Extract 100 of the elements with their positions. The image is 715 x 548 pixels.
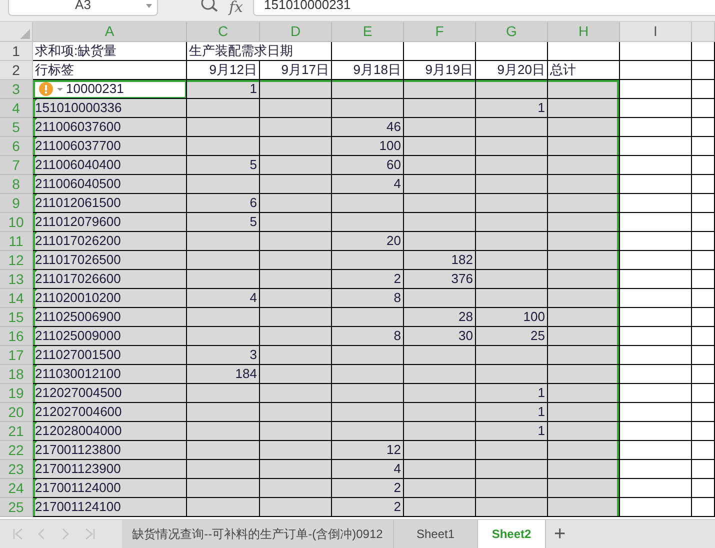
- formula-field[interactable]: 151010000231: [253, 0, 715, 16]
- table-cell[interactable]: [476, 441, 548, 460]
- table-cell[interactable]: [260, 441, 332, 460]
- table-cell[interactable]: [260, 365, 332, 384]
- table-cell[interactable]: [548, 498, 620, 517]
- table-cell[interactable]: [548, 213, 620, 232]
- table-cell[interactable]: 212028004000: [33, 422, 187, 441]
- table-cell[interactable]: [620, 42, 692, 61]
- table-cell[interactable]: 2: [332, 479, 404, 498]
- table-cell[interactable]: [692, 118, 715, 137]
- table-cell[interactable]: [260, 346, 332, 365]
- table-cell[interactable]: 1: [476, 99, 548, 118]
- table-cell[interactable]: 9月12日: [187, 61, 260, 80]
- table-cell[interactable]: [548, 80, 620, 99]
- table-cell[interactable]: 6: [187, 194, 260, 213]
- table-cell[interactable]: [260, 308, 332, 327]
- table-cell[interactable]: [187, 137, 260, 156]
- table-cell[interactable]: 211012079600: [33, 213, 187, 232]
- caret-icon[interactable]: [146, 4, 152, 8]
- table-cell[interactable]: 5: [187, 156, 260, 175]
- table-cell[interactable]: [692, 327, 715, 346]
- table-cell[interactable]: 211025009000: [33, 327, 187, 346]
- table-cell[interactable]: 25: [476, 327, 548, 346]
- table-cell[interactable]: [332, 213, 404, 232]
- table-cell[interactable]: 212027004500: [33, 384, 187, 403]
- table-cell[interactable]: [548, 137, 620, 156]
- table-cell[interactable]: [260, 80, 332, 99]
- table-cell[interactable]: 生产装配需求日期: [187, 42, 332, 61]
- table-cell[interactable]: 376: [404, 270, 476, 289]
- function-label[interactable]: fx: [229, 0, 244, 18]
- table-cell[interactable]: [332, 346, 404, 365]
- name-box[interactable]: A3: [8, 0, 158, 16]
- table-cell[interactable]: [187, 270, 260, 289]
- table-cell[interactable]: [187, 232, 260, 251]
- table-cell[interactable]: [548, 308, 620, 327]
- table-cell[interactable]: [620, 422, 692, 441]
- table-cell[interactable]: [476, 460, 548, 479]
- table-cell[interactable]: [548, 232, 620, 251]
- table-cell[interactable]: [692, 42, 715, 61]
- table-cell[interactable]: [692, 422, 715, 441]
- table-cell[interactable]: 211006037600: [33, 118, 187, 137]
- table-cell[interactable]: [476, 42, 548, 61]
- table-cell[interactable]: [548, 175, 620, 194]
- table-cell[interactable]: [260, 479, 332, 498]
- table-cell[interactable]: [404, 175, 476, 194]
- table-cell[interactable]: 211025006900: [33, 308, 187, 327]
- table-cell[interactable]: 12: [332, 441, 404, 460]
- table-cell[interactable]: [692, 308, 715, 327]
- table-cell[interactable]: [260, 175, 332, 194]
- table-cell[interactable]: [476, 479, 548, 498]
- table-cell[interactable]: [260, 232, 332, 251]
- table-cell[interactable]: [187, 118, 260, 137]
- table-cell[interactable]: [692, 270, 715, 289]
- table-cell[interactable]: [548, 118, 620, 137]
- table-cell[interactable]: [187, 251, 260, 270]
- table-cell[interactable]: [620, 61, 692, 80]
- table-cell[interactable]: 求和项:缺货量: [33, 42, 187, 61]
- table-cell[interactable]: [548, 460, 620, 479]
- table-cell[interactable]: [332, 403, 404, 422]
- table-cell[interactable]: 行标签: [33, 61, 187, 80]
- table-cell[interactable]: 211027001500: [33, 346, 187, 365]
- table-cell[interactable]: [620, 118, 692, 137]
- table-cell[interactable]: [260, 384, 332, 403]
- row-header[interactable]: 2: [0, 61, 33, 80]
- table-cell[interactable]: [260, 270, 332, 289]
- table-cell[interactable]: [692, 251, 715, 270]
- table-cell[interactable]: 1: [187, 80, 260, 99]
- table-cell[interactable]: 9月20日: [476, 61, 548, 80]
- table-cell[interactable]: [548, 251, 620, 270]
- table-cell[interactable]: [332, 42, 404, 61]
- table-cell[interactable]: [260, 99, 332, 118]
- table-cell[interactable]: [476, 289, 548, 308]
- table-cell[interactable]: 28: [404, 308, 476, 327]
- table-cell[interactable]: [404, 232, 476, 251]
- table-cell[interactable]: 总计: [548, 61, 620, 80]
- table-cell[interactable]: [620, 213, 692, 232]
- table-cell[interactable]: 211012061500: [33, 194, 187, 213]
- table-cell[interactable]: 211017026500: [33, 251, 187, 270]
- table-cell[interactable]: [260, 403, 332, 422]
- table-cell[interactable]: [404, 194, 476, 213]
- table-cell[interactable]: [620, 194, 692, 213]
- table-cell[interactable]: [332, 99, 404, 118]
- table-cell[interactable]: [620, 137, 692, 156]
- table-cell[interactable]: [404, 365, 476, 384]
- table-cell[interactable]: [620, 460, 692, 479]
- table-cell[interactable]: [260, 194, 332, 213]
- sheet-tab[interactable]: Sheet1: [394, 520, 478, 548]
- table-cell[interactable]: [620, 327, 692, 346]
- table-cell[interactable]: 217001124100: [33, 498, 187, 517]
- table-cell[interactable]: [404, 384, 476, 403]
- table-cell[interactable]: 4: [332, 175, 404, 194]
- caret-icon[interactable]: [57, 88, 63, 90]
- table-cell[interactable]: 211017026600: [33, 270, 187, 289]
- table-cell[interactable]: [620, 270, 692, 289]
- table-cell[interactable]: [692, 137, 715, 156]
- table-cell[interactable]: [187, 479, 260, 498]
- table-cell[interactable]: [620, 251, 692, 270]
- table-cell[interactable]: [260, 422, 332, 441]
- table-cell[interactable]: [692, 384, 715, 403]
- table-cell[interactable]: [404, 346, 476, 365]
